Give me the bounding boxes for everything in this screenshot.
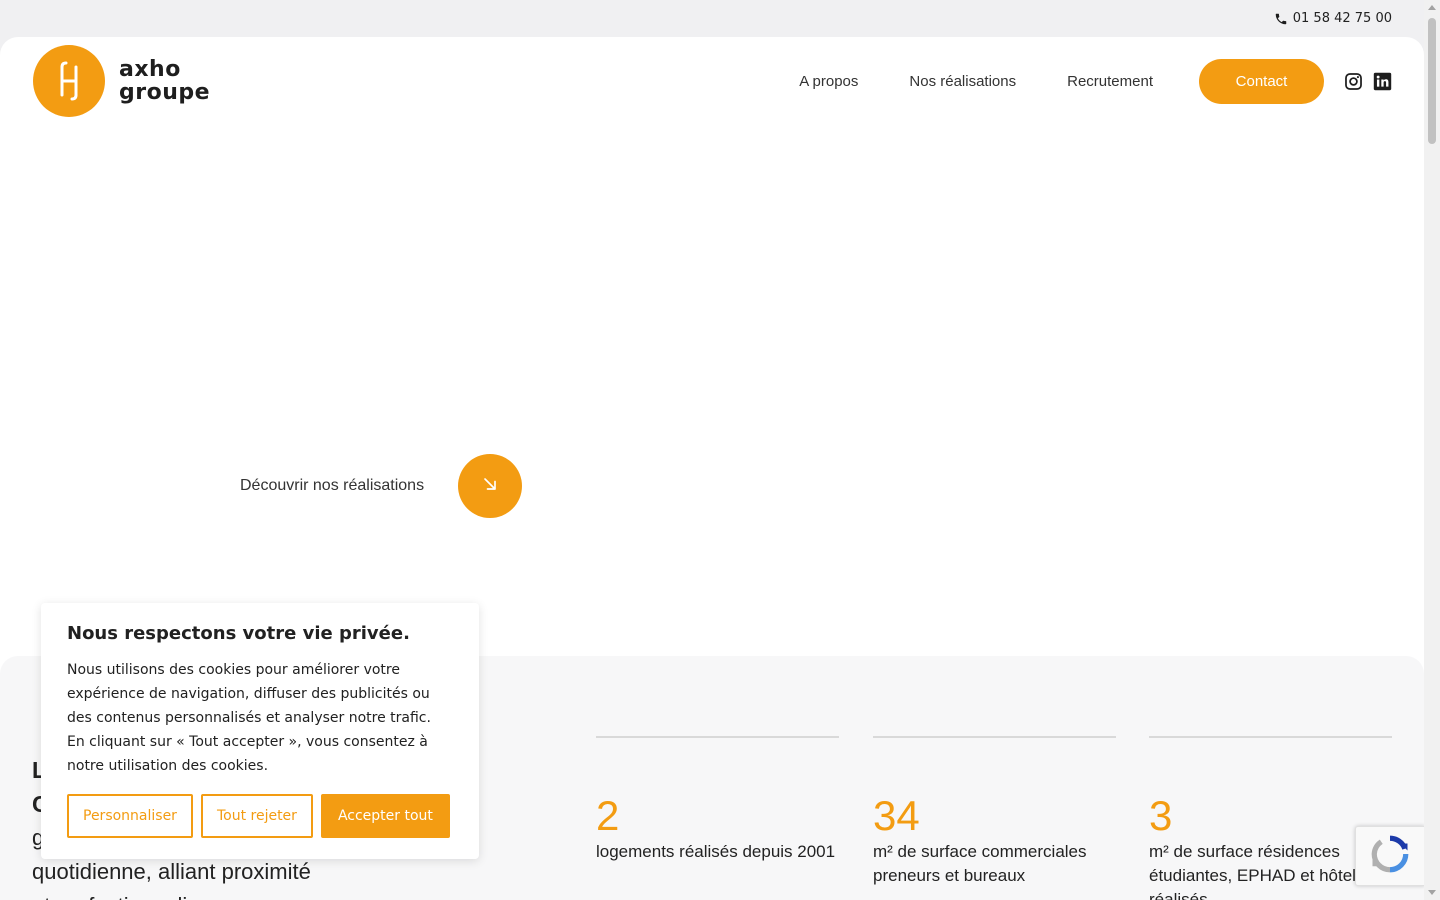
cookie-customize-button[interactable]: Personnaliser: [67, 794, 193, 838]
stat-description: logements réalisés depuis 2001: [596, 842, 836, 861]
stat-item: 34 m² de surface commerciales preneurs e…: [873, 736, 1116, 888]
logo[interactable]: axho groupe: [33, 45, 210, 117]
recaptcha-icon: [1369, 833, 1411, 879]
cookie-accept-button[interactable]: Accepter tout: [320, 794, 450, 838]
nav-item-about[interactable]: A propos: [799, 73, 858, 90]
logo-line-1: axho: [119, 57, 181, 82]
scrollbar-thumb[interactable]: [1428, 18, 1436, 144]
arrow-down-right-icon: [480, 474, 500, 498]
cookie-banner: Nous respectons votre vie privée. Nous u…: [41, 603, 479, 859]
nav-item-projects[interactable]: Nos réalisations: [909, 73, 1016, 90]
nav-item-careers[interactable]: Recrutement: [1067, 73, 1153, 90]
linkedin-icon[interactable]: [1373, 72, 1392, 91]
phone-number[interactable]: 01 58 42 75 00: [1293, 11, 1392, 26]
scroll-down-icon[interactable]: [1428, 890, 1436, 895]
discover-cta: Découvrir nos réalisations: [240, 454, 523, 518]
main-panel: axho groupe A propos Nos réalisations Re…: [0, 37, 1424, 677]
stat-divider: [1149, 736, 1392, 738]
contact-button[interactable]: Contact: [1199, 58, 1324, 104]
stat-number: 2: [596, 792, 620, 839]
stat-number: 34: [873, 792, 920, 839]
social-links: [1344, 72, 1392, 91]
cookie-title: Nous respectons votre vie privée.: [67, 623, 410, 644]
discover-button[interactable]: [458, 454, 523, 518]
main-nav: A propos Nos réalisations Recrutement Co…: [799, 58, 1392, 104]
header: axho groupe A propos Nos réalisations Re…: [33, 45, 1392, 117]
top-bar: 01 58 42 75 00: [0, 0, 1424, 37]
recaptcha-badge[interactable]: [1355, 826, 1425, 886]
logo-mark-icon: [33, 45, 105, 117]
stat-divider: [596, 736, 839, 738]
stat-divider: [873, 736, 1116, 738]
scroll-up-icon[interactable]: [1428, 5, 1436, 10]
stat-description: m² de surface commerciales preneurs et b…: [873, 842, 1087, 885]
logo-line-2: groupe: [119, 80, 211, 105]
phone-icon: [1274, 12, 1288, 26]
cookie-buttons: Personnaliser Tout rejeter Accepter tout: [67, 794, 453, 838]
scrollbar[interactable]: [1424, 0, 1440, 900]
instagram-icon[interactable]: [1344, 72, 1363, 91]
logo-text: axho groupe: [119, 58, 210, 104]
discover-label[interactable]: Découvrir nos réalisations: [240, 477, 424, 495]
cookie-reject-button[interactable]: Tout rejeter: [200, 794, 313, 838]
stat-item: 2 logements réalisés depuis 2001: [596, 736, 839, 864]
cookie-text: Nous utilisons des cookies pour améliore…: [67, 662, 431, 774]
